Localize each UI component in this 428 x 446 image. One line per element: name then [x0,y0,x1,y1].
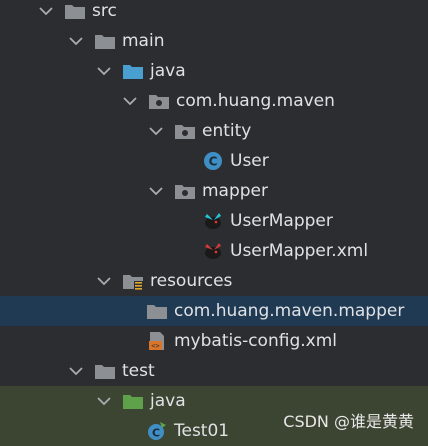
mybatis-xml-icon [202,241,224,261]
tree-node-label: UserMapper.xml [230,241,369,261]
tree-node-label: com.huang.maven.mapper [174,301,405,321]
mybatis-bird-icon [202,211,224,231]
tree-node-main[interactable]: main [0,26,428,56]
chevron-down-icon[interactable] [120,91,140,111]
tree-node-label: Test01 [174,421,230,441]
tree-node-test[interactable]: test [0,356,428,386]
tree-node-label: main [122,31,165,51]
chevron-down-icon[interactable] [36,1,56,21]
tree-node-label: test [122,361,155,381]
folder-icon [146,301,168,321]
chevron-down-icon[interactable] [66,361,86,381]
tree-node-label: UserMapper [230,211,333,231]
chevron-down-icon[interactable] [94,61,114,81]
tree-node-entity[interactable]: entity [0,116,428,146]
project-tree: src main java com.huang.maven entity C U… [0,0,428,446]
tree-node-label: entity [202,121,252,141]
tree-node-label: com.huang.maven [176,91,335,111]
chevron-down-icon[interactable] [94,391,114,411]
tree-node-label: resources [150,271,233,291]
chevron-down-icon[interactable] [146,121,166,141]
tree-node-label: mapper [202,181,269,201]
tree-node-mapper[interactable]: mapper [0,176,428,206]
tree-node-label: java [150,391,186,411]
class-icon: C [202,151,224,171]
package-icon [174,181,196,201]
tree-node-label: java [150,61,186,81]
resources-folder-icon [122,271,144,291]
tree-node-user-mapper[interactable]: UserMapper [0,206,428,236]
tree-node-label: User [230,151,269,171]
svg-text:<>: <> [151,342,159,350]
xml-file-icon: <> [146,331,168,351]
tree-node-mybatis-config[interactable]: <> mybatis-config.xml [0,326,428,356]
tree-node-resources[interactable]: resources [0,266,428,296]
tree-node-user-class[interactable]: C User [0,146,428,176]
test-class-icon: C [146,421,168,441]
tree-node-user-mapper-xml[interactable]: UserMapper.xml [0,236,428,266]
tree-node-label: src [92,1,117,21]
package-icon [148,91,170,111]
chevron-down-icon[interactable] [66,31,86,51]
folder-icon [94,31,116,51]
folder-icon [94,361,116,381]
chevron-down-icon[interactable] [94,271,114,291]
folder-icon [64,1,86,21]
chevron-down-icon[interactable] [146,181,166,201]
watermark-text: CSDN @谁是黄黄 [283,412,414,431]
tree-node-src[interactable]: src [0,0,428,26]
tree-node-resources-package[interactable]: com.huang.maven.mapper [0,296,428,326]
package-icon [174,121,196,141]
source-folder-icon [122,61,144,81]
test-source-folder-icon [122,391,144,411]
tree-node-label: mybatis-config.xml [174,331,337,351]
svg-text:C: C [209,155,218,169]
svg-text:C: C [152,427,160,440]
tree-node-package[interactable]: com.huang.maven [0,86,428,116]
tree-node-java[interactable]: java [0,56,428,86]
